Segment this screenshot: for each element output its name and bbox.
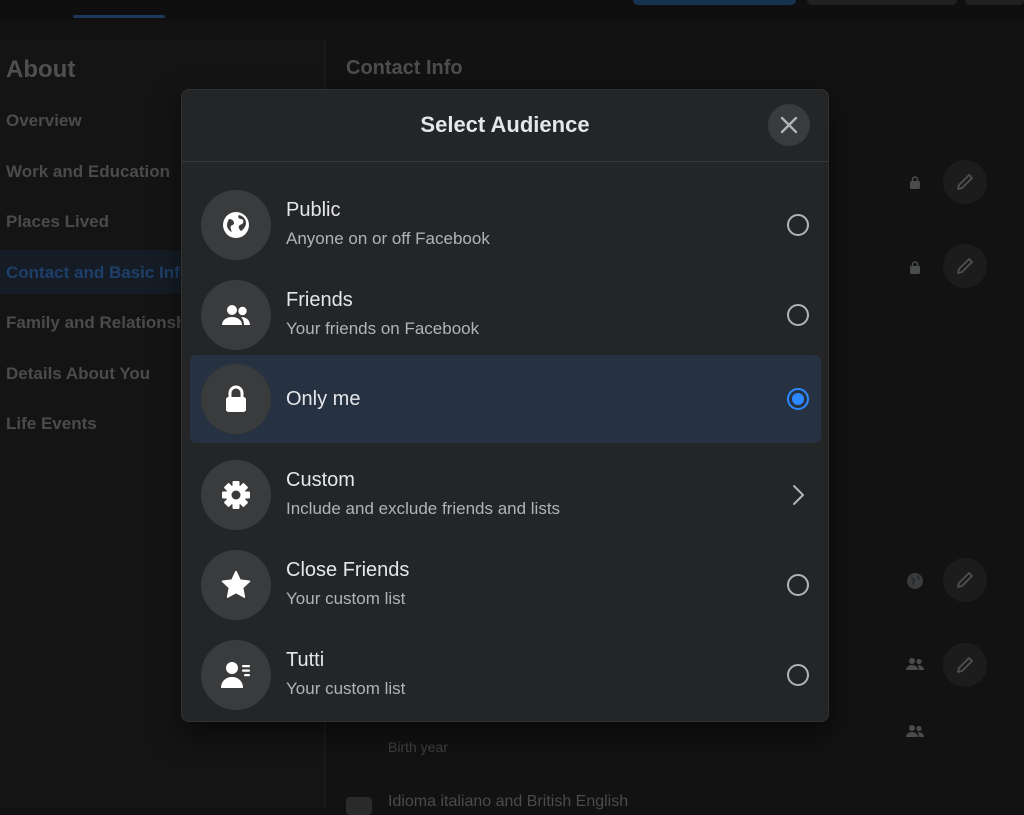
friends-icon <box>906 725 924 737</box>
friends-icon <box>201 280 271 350</box>
radio-button[interactable] <box>787 214 809 236</box>
option-label: Tutti <box>286 649 325 671</box>
radio-button[interactable] <box>787 304 809 326</box>
birth-year-label: Birth year <box>388 739 448 755</box>
lock-icon <box>910 261 920 274</box>
pencil-icon <box>957 572 973 588</box>
gear-icon <box>201 460 271 530</box>
chevron-right-icon <box>793 485 804 505</box>
pencil-icon <box>957 657 973 673</box>
audience-option-tutti[interactable]: Tutti Your custom list <box>190 631 821 719</box>
dialog-header: Select Audience <box>182 90 828 162</box>
audience-option-only-me[interactable]: Only me <box>190 355 821 443</box>
sidebar-item-work-education[interactable]: Work and Education <box>6 162 170 182</box>
audience-option-close-friends[interactable]: Close Friends Your custom list <box>190 541 821 629</box>
select-audience-dialog: Select Audience Public Anyone on or off … <box>181 89 829 722</box>
option-sublabel: Your custom list <box>286 679 406 698</box>
edit-button[interactable] <box>943 160 987 204</box>
option-label: Custom <box>286 469 355 491</box>
languages-text: Idioma italiano and British English <box>388 793 629 810</box>
star-icon <box>201 550 271 620</box>
option-sublabel: Your custom list <box>286 589 406 608</box>
secondary-action-button[interactable] <box>807 0 957 5</box>
about-heading: About <box>6 56 76 83</box>
option-sublabel: Anyone on or off Facebook <box>286 229 490 248</box>
friends-icon <box>906 658 924 670</box>
lock-icon <box>201 364 271 434</box>
edit-button[interactable] <box>943 643 987 687</box>
option-label: Close Friends <box>286 559 410 581</box>
active-tab-indicator <box>73 15 165 18</box>
sidebar-item-details-about-you[interactable]: Details About You <box>6 364 150 384</box>
contact-info-heading: Contact Info <box>346 57 463 79</box>
edit-button[interactable] <box>943 244 987 288</box>
radio-dot <box>792 393 804 405</box>
radio-button[interactable] <box>787 574 809 596</box>
lock-icon <box>910 176 920 189</box>
radio-button-checked[interactable] <box>787 388 809 410</box>
more-button[interactable] <box>965 0 1024 5</box>
close-button[interactable] <box>768 104 810 146</box>
globe-icon <box>907 573 923 589</box>
edit-button[interactable] <box>943 558 987 602</box>
sidebar-item-life-events[interactable]: Life Events <box>6 414 97 434</box>
option-label: Only me <box>286 388 361 410</box>
sidebar-item-overview[interactable]: Overview <box>6 111 82 131</box>
pencil-icon <box>957 174 973 190</box>
contact-list-icon <box>201 640 271 710</box>
sidebar-item-contact-basic-info[interactable]: Contact and Basic Info <box>6 263 190 283</box>
top-navigation-bar <box>0 0 1024 20</box>
primary-action-button[interactable] <box>633 0 796 5</box>
option-sublabel: Your friends on Facebook <box>286 319 480 338</box>
dialog-title: Select Audience <box>420 112 590 137</box>
sidebar-item-places-lived[interactable]: Places Lived <box>6 212 109 232</box>
globe-icon <box>201 190 271 260</box>
option-sublabel: Include and exclude friends and lists <box>286 499 561 518</box>
radio-button[interactable] <box>787 664 809 686</box>
audience-option-friends[interactable]: Friends Your friends on Facebook <box>190 271 821 359</box>
language-icon <box>346 797 372 815</box>
option-label: Friends <box>286 289 353 311</box>
close-icon <box>780 116 798 134</box>
audience-option-public[interactable]: Public Anyone on or off Facebook <box>190 181 821 269</box>
audience-option-custom[interactable]: Custom Include and exclude friends and l… <box>190 451 821 539</box>
option-label: Public <box>286 199 341 221</box>
pencil-icon <box>957 258 973 274</box>
